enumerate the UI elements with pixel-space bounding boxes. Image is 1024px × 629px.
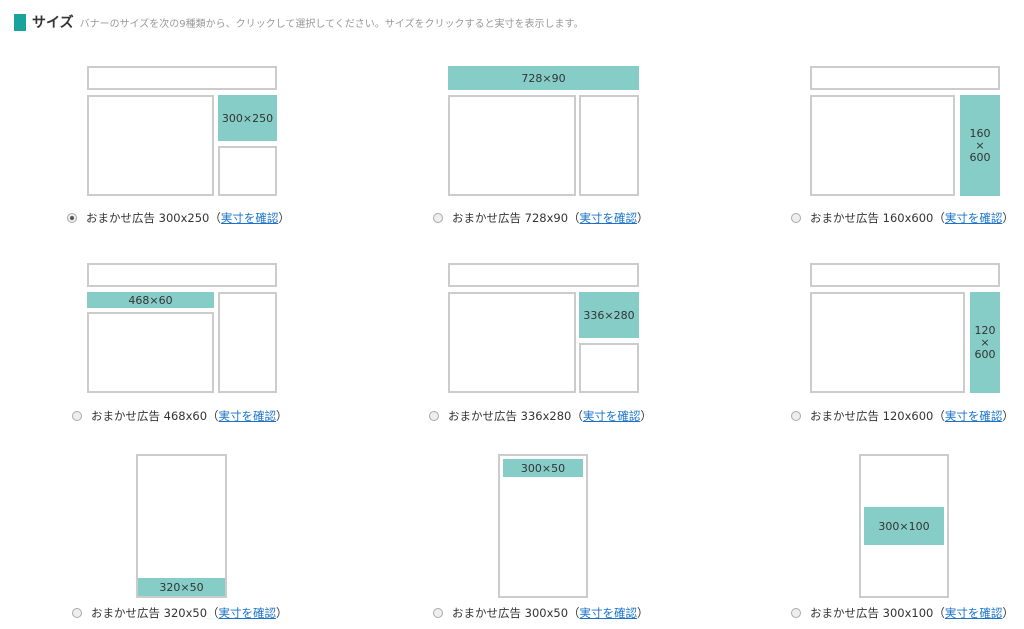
radio-320x50[interactable]	[72, 608, 82, 618]
option-label: おまかせ広告 728x90	[452, 211, 569, 225]
ad-block: 336×280	[579, 292, 639, 338]
preview-content-frame	[87, 312, 214, 393]
size-option-300x50[interactable]: おまかせ広告 300x50 （ 実寸を確認 ）	[433, 605, 649, 621]
preview-header-frame	[810, 263, 1000, 287]
preview-content-frame	[810, 292, 965, 393]
preview-content-frame	[448, 95, 576, 196]
radio-336x280[interactable]	[429, 411, 439, 421]
ad-block: 300×100	[864, 507, 944, 545]
section-description: バナーのサイズを次の9種類から、クリックして選択してください。サイズをクリックす…	[79, 18, 584, 30]
preview-content-frame	[448, 292, 576, 393]
ad-block: 160 × 600	[960, 95, 1000, 196]
view-actual-size-link[interactable]: 実寸を確認	[580, 605, 638, 621]
ad-block: 300×250	[218, 95, 277, 141]
radio-300x250[interactable]	[67, 213, 77, 223]
radio-300x100[interactable]	[791, 608, 801, 618]
option-label: おまかせ広告 120x600	[810, 409, 934, 423]
size-option-160x600[interactable]: おまかせ広告 160x600 （ 実寸を確認 ）	[791, 210, 1014, 226]
ad-block: 728×90	[448, 66, 639, 90]
preview-side-frame	[218, 292, 277, 393]
section-marker-icon	[14, 13, 26, 31]
option-label: おまかせ広告 300x250	[86, 211, 210, 225]
size-option-300x100[interactable]: おまかせ広告 300x100 （ 実寸を確認 ）	[791, 605, 1014, 621]
view-actual-size-link[interactable]: 実寸を確認	[945, 210, 1003, 226]
preview-content-frame	[810, 95, 955, 196]
preview-header-frame	[810, 66, 1000, 90]
option-label: おまかせ広告 320x50	[91, 606, 208, 620]
view-actual-size-link[interactable]: 実寸を確認	[219, 605, 277, 621]
size-option-336x280[interactable]: おまかせ広告 336x280 （ 実寸を確認 ）	[429, 408, 652, 424]
preview-header-frame	[87, 66, 277, 90]
view-actual-size-link[interactable]: 実寸を確認	[583, 408, 641, 424]
ad-block: 300×50	[503, 459, 583, 477]
radio-300x50[interactable]	[433, 608, 443, 618]
ad-block: 468×60	[87, 292, 214, 308]
radio-120x600[interactable]	[791, 411, 801, 421]
preview-side-frame	[579, 343, 639, 393]
view-actual-size-link[interactable]: 実寸を確認	[580, 210, 638, 226]
ad-block: 120 × 600	[970, 292, 1000, 393]
size-option-120x600[interactable]: おまかせ広告 120x600 （ 実寸を確認 ）	[791, 408, 1014, 424]
radio-728x90[interactable]	[433, 213, 443, 223]
section-header: サイズ バナーのサイズを次の9種類から、クリックして選択してください。サイズをク…	[14, 12, 583, 32]
size-option-468x60[interactable]: おまかせ広告 468x60 （ 実寸を確認 ）	[72, 408, 288, 424]
ad-block: 320×50	[138, 578, 225, 596]
preview-phone-frame	[136, 454, 227, 598]
preview-side-frame	[579, 95, 639, 196]
preview-header-frame	[87, 263, 277, 287]
option-label: おまかせ広告 300x50	[452, 606, 569, 620]
option-label: おまかせ広告 336x280	[448, 409, 572, 423]
option-label: おまかせ広告 160x600	[810, 211, 934, 225]
view-actual-size-link[interactable]: 実寸を確認	[945, 408, 1003, 424]
size-option-320x50[interactable]: おまかせ広告 320x50 （ 実寸を確認 ）	[72, 605, 288, 621]
view-actual-size-link[interactable]: 実寸を確認	[219, 408, 277, 424]
preview-content-frame	[87, 95, 214, 196]
option-label: おまかせ広告 300x100	[810, 606, 934, 620]
size-option-728x90[interactable]: おまかせ広告 728x90 （ 実寸を確認 ）	[433, 210, 649, 226]
size-option-300x250[interactable]: おまかせ広告 300x250 （ 実寸を確認 ）	[67, 210, 290, 226]
radio-160x600[interactable]	[791, 213, 801, 223]
preview-header-frame	[448, 263, 639, 287]
section-title: サイズ	[32, 15, 74, 31]
view-actual-size-link[interactable]: 実寸を確認	[945, 605, 1003, 621]
option-label: おまかせ広告 468x60	[91, 409, 208, 423]
radio-468x60[interactable]	[72, 411, 82, 421]
view-actual-size-link[interactable]: 実寸を確認	[221, 210, 279, 226]
preview-side-frame	[218, 146, 277, 196]
